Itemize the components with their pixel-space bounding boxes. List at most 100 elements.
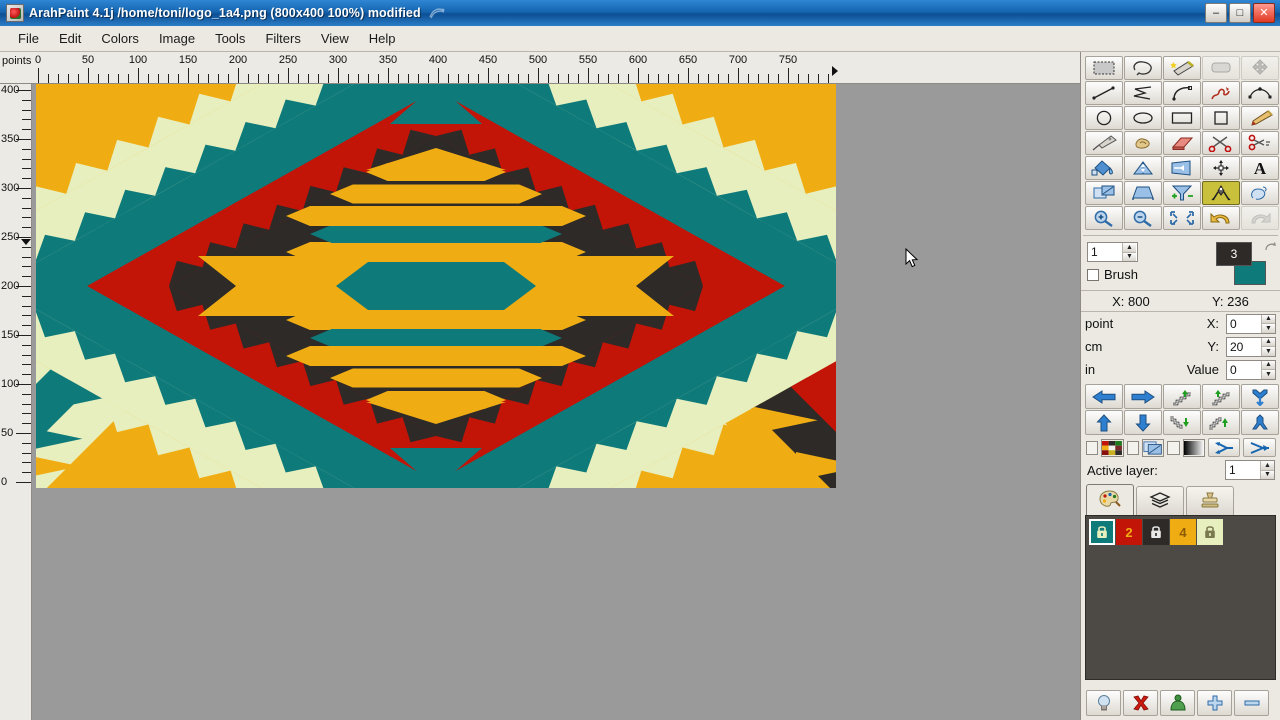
coord-y-value[interactable]: 20 xyxy=(1227,338,1261,356)
person-icon[interactable] xyxy=(1160,690,1195,716)
magic-wand-icon[interactable] xyxy=(1163,56,1201,80)
remove-color-icon[interactable] xyxy=(1234,690,1269,716)
brush-size-stepper[interactable]: 1 ▲ ▼ xyxy=(1087,242,1138,262)
toggle-blank-right[interactable] xyxy=(1167,441,1179,455)
coord-value-value[interactable]: 0 xyxy=(1227,361,1261,379)
tab-stamp[interactable] xyxy=(1186,486,1234,515)
coord-value-up-button[interactable]: ▲ xyxy=(1262,361,1275,371)
color-palette[interactable]: 24 xyxy=(1085,515,1276,680)
transform-icon[interactable] xyxy=(1085,181,1123,205)
maximize-button[interactable]: □ xyxy=(1229,3,1251,23)
menu-help[interactable]: Help xyxy=(359,28,406,49)
active-layer-value[interactable]: 1 xyxy=(1226,461,1260,479)
bezier-icon[interactable] xyxy=(1241,81,1279,105)
active-layer-down-button[interactable]: ▼ xyxy=(1261,471,1274,480)
toggle-blank-mid[interactable] xyxy=(1127,441,1139,455)
toggle-blank-left[interactable] xyxy=(1086,441,1098,455)
brush-size-value[interactable]: 1 xyxy=(1088,243,1122,261)
active-layer-stepper[interactable]: 1 ▲ ▼ xyxy=(1225,460,1275,480)
fit-to-window-icon[interactable] xyxy=(1163,206,1201,230)
airbrush-icon[interactable] xyxy=(1085,131,1123,155)
coord-x-value[interactable]: 0 xyxy=(1227,315,1261,333)
coord-y-down-button[interactable]: ▼ xyxy=(1262,347,1275,356)
image-canvas[interactable] xyxy=(36,84,836,488)
move-right-icon[interactable] xyxy=(1124,384,1162,409)
vertical-ruler[interactable]: 400350300250200150100500 xyxy=(0,84,32,720)
unit-point-label[interactable]: point xyxy=(1085,316,1137,331)
menu-image[interactable]: Image xyxy=(149,28,205,49)
undo-icon[interactable] xyxy=(1202,206,1240,230)
perspective-icon[interactable] xyxy=(1124,181,1162,205)
coord-x-down-button[interactable]: ▼ xyxy=(1262,324,1275,333)
lasso-select-icon[interactable] xyxy=(1124,56,1162,80)
tab-palette[interactable] xyxy=(1086,484,1134,515)
move-up-icon[interactable] xyxy=(1085,410,1123,435)
stamp-icon[interactable] xyxy=(1241,181,1279,205)
text-icon[interactable]: A xyxy=(1241,156,1279,180)
coord-x-up-button[interactable]: ▲ xyxy=(1262,315,1275,325)
unit-in-label[interactable]: in xyxy=(1085,362,1137,377)
gradient-icon[interactable] xyxy=(1183,439,1205,457)
coord-y-up-button[interactable]: ▲ xyxy=(1262,338,1275,348)
zoom-in-icon[interactable] xyxy=(1085,206,1123,230)
palette-swatch-3[interactable] xyxy=(1143,519,1169,545)
menu-tools[interactable]: Tools xyxy=(205,28,255,49)
palette-swatch-5[interactable] xyxy=(1197,519,1223,545)
canvas-area[interactable] xyxy=(32,84,1080,720)
unit-cm-label[interactable]: cm xyxy=(1085,339,1137,354)
smudge-icon[interactable] xyxy=(1124,131,1162,155)
rect-select-icon[interactable] xyxy=(1085,56,1123,80)
horizontal-mirror-icon[interactable] xyxy=(1163,156,1201,180)
square-icon[interactable] xyxy=(1202,106,1240,130)
palette-swatch-4[interactable]: 4 xyxy=(1170,519,1196,545)
add-remove-repeat-icon[interactable] xyxy=(1163,181,1201,205)
coord-value-stepper[interactable]: 0 ▲ ▼ xyxy=(1226,360,1276,380)
vertical-mirror-icon[interactable] xyxy=(1124,156,1162,180)
scatter-icon[interactable] xyxy=(1202,156,1240,180)
circle-icon[interactable] xyxy=(1085,106,1123,130)
swap-colors-icon[interactable] xyxy=(1263,240,1278,258)
active-layer-up-button[interactable]: ▲ xyxy=(1261,461,1274,471)
zoom-out-icon[interactable] xyxy=(1124,206,1162,230)
polyline-icon[interactable] xyxy=(1124,81,1162,105)
add-color-icon[interactable] xyxy=(1197,690,1232,716)
menu-edit[interactable]: Edit xyxy=(49,28,91,49)
freehand-icon[interactable] xyxy=(1202,81,1240,105)
menu-colors[interactable]: Colors xyxy=(91,28,149,49)
curve-icon[interactable] xyxy=(1163,81,1201,105)
move-left-icon[interactable] xyxy=(1085,384,1123,409)
shift-rows-right-icon[interactable] xyxy=(1163,384,1201,409)
minimize-button[interactable]: – xyxy=(1205,3,1227,23)
delete-color-icon[interactable] xyxy=(1123,690,1158,716)
image-overlay-icon[interactable] xyxy=(1142,439,1164,457)
menu-view[interactable]: View xyxy=(311,28,359,49)
weave-icon[interactable] xyxy=(1202,181,1240,205)
color-matrix-icon[interactable] xyxy=(1101,439,1123,457)
merge-arrows-icon[interactable] xyxy=(1243,438,1276,457)
brush-size-up-button[interactable]: ▲ xyxy=(1123,243,1136,253)
brush-toggle[interactable]: Brush xyxy=(1087,267,1138,282)
pencil-icon[interactable] xyxy=(1241,106,1279,130)
menu-filters[interactable]: Filters xyxy=(255,28,310,49)
close-button[interactable]: ✕ xyxy=(1253,3,1275,23)
cut-chain-icon[interactable] xyxy=(1241,131,1279,155)
flip-vertical-icon[interactable] xyxy=(1241,384,1279,409)
scissors-icon[interactable] xyxy=(1202,131,1240,155)
shift-columns-down-icon[interactable] xyxy=(1163,410,1201,435)
fill-bucket-icon[interactable] xyxy=(1085,156,1123,180)
brush-size-down-button[interactable]: ▼ xyxy=(1123,253,1136,262)
move-down-icon[interactable] xyxy=(1124,410,1162,435)
flip-horizontal-icon[interactable] xyxy=(1241,410,1279,435)
ellipse-icon[interactable] xyxy=(1124,106,1162,130)
rectangle-icon[interactable] xyxy=(1163,106,1201,130)
eraser-icon[interactable] xyxy=(1163,131,1201,155)
coord-value-down-button[interactable]: ▼ xyxy=(1262,370,1275,379)
line-icon[interactable] xyxy=(1085,81,1123,105)
palette-swatch-2[interactable]: 2 xyxy=(1116,519,1142,545)
split-arrows-icon[interactable] xyxy=(1208,438,1241,457)
shift-columns-up-icon[interactable] xyxy=(1202,410,1240,435)
coord-x-stepper[interactable]: 0 ▲ ▼ xyxy=(1226,314,1276,334)
lightbulb-icon[interactable] xyxy=(1086,690,1121,716)
coord-y-stepper[interactable]: 20 ▲ ▼ xyxy=(1226,337,1276,357)
horizontal-ruler[interactable]: points 050100150200250300350400450500550… xyxy=(0,52,1080,84)
